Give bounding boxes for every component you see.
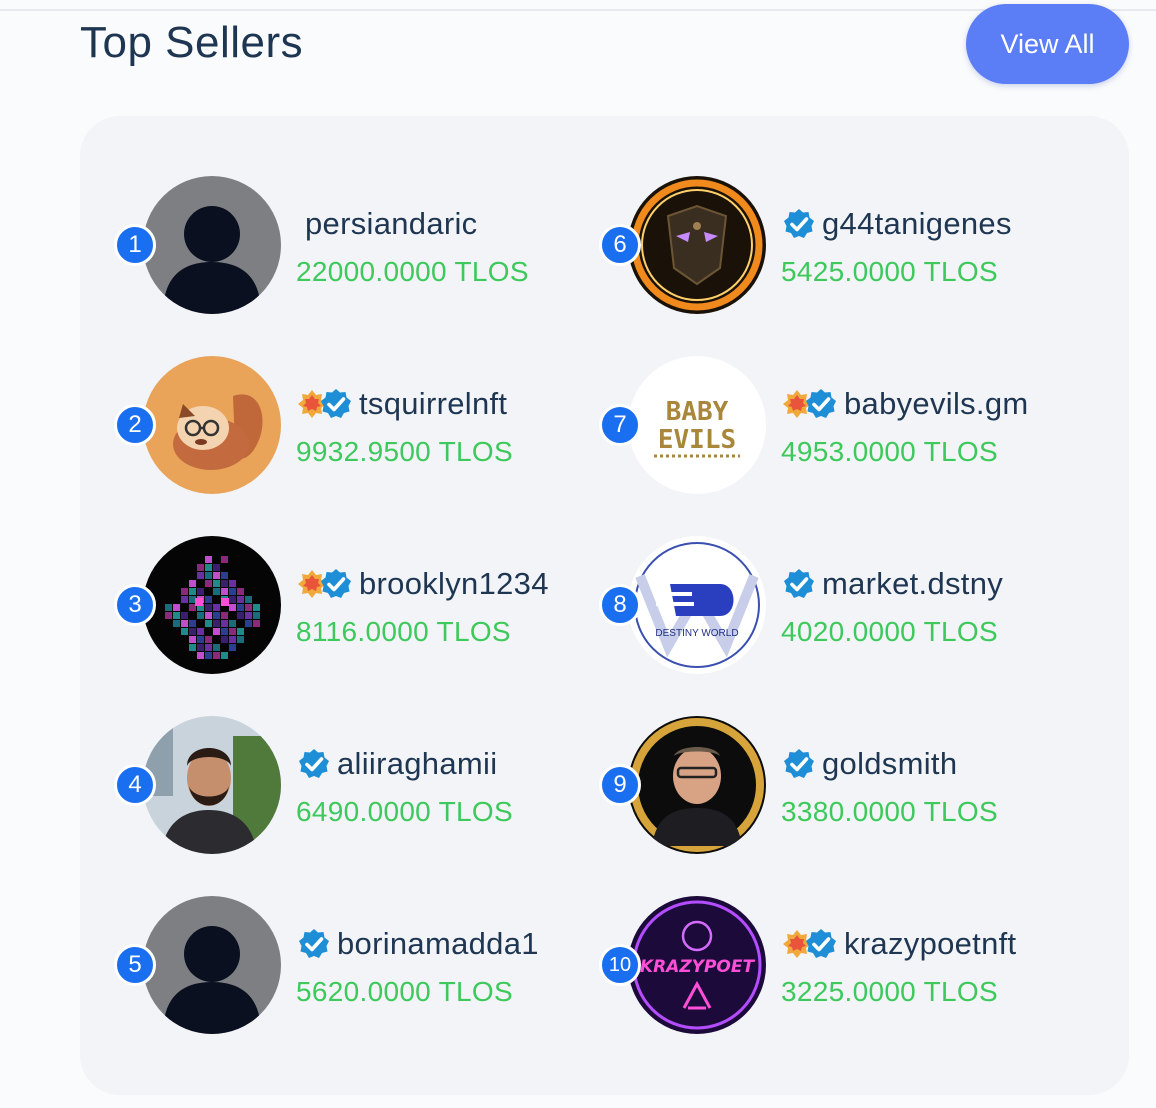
verified-icon xyxy=(784,569,814,598)
verified-icon xyxy=(321,569,351,598)
seller-amount: 22000.0000 TLOS xyxy=(296,256,529,287)
seller-name[interactable]: brooklyn1234 xyxy=(359,566,549,602)
krazypoet-logo[interactable]: KRAZYPOET xyxy=(628,896,766,1034)
seller-badges xyxy=(782,567,816,601)
seller-name-row: krazypoetnft xyxy=(782,924,1016,964)
seller-name[interactable]: g44tanigenes xyxy=(822,206,1012,242)
rank-badge: 9 xyxy=(599,764,641,806)
verified-icon xyxy=(321,389,351,418)
rank-badge: 7 xyxy=(599,404,641,446)
seller-name-row: g44tanigenes xyxy=(782,204,1012,244)
destiny-world-logo[interactable]: DESTINY WORLD xyxy=(628,536,766,674)
babyevils-logo[interactable]: BABY EVILS xyxy=(628,356,766,494)
seller-item[interactable]: 8 DESTINY WORLD market.dstny 4020.0000 TLOS xyxy=(565,536,1035,676)
rank-badge: 10 xyxy=(599,944,641,986)
default-avatar[interactable] xyxy=(143,896,281,1034)
seller-badges xyxy=(297,927,331,961)
svg-text:BABY: BABY xyxy=(666,397,729,427)
photo-avatar[interactable] xyxy=(143,716,281,854)
rank-badge: 6 xyxy=(599,224,641,266)
seller-item[interactable]: 5 borinamadda1 5620.0000 TLOS xyxy=(80,896,550,1036)
verified-icon xyxy=(784,749,814,778)
rank-badge: 2 xyxy=(114,404,156,446)
verified-icon xyxy=(784,209,814,238)
seller-item[interactable]: 3 brooklyn1234 8116.0000 TLOS xyxy=(80,536,550,676)
pixel-avatar[interactable] xyxy=(143,536,281,674)
rank-badge: 5 xyxy=(114,944,156,986)
rank-badge: 3 xyxy=(114,584,156,626)
seller-name-row: brooklyn1234 xyxy=(297,564,549,604)
seller-amount: 6490.0000 TLOS xyxy=(296,796,513,827)
svg-text:KRAZYPOET: KRAZYPOET xyxy=(640,957,756,977)
view-all-button[interactable]: View All xyxy=(966,4,1129,84)
seller-badges xyxy=(297,567,353,601)
seller-name-row: market.dstny xyxy=(782,564,1003,604)
seller-name[interactable]: goldsmith xyxy=(822,746,957,782)
seller-amount: 8116.0000 TLOS xyxy=(296,616,511,647)
svg-text:EVILS: EVILS xyxy=(658,425,736,455)
seller-amount: 3225.0000 TLOS xyxy=(781,976,998,1007)
seller-item[interactable]: 7 BABY EVILS babyevils.gm 4953.0000 TLOS xyxy=(565,356,1035,496)
default-avatar[interactable] xyxy=(143,176,281,314)
seller-badges xyxy=(782,747,816,781)
seller-amount: 9932.9500 TLOS xyxy=(296,436,513,467)
seller-name-row: persiandaric xyxy=(305,204,477,244)
seller-amount: 4020.0000 TLOS xyxy=(781,616,998,647)
seller-amount: 5620.0000 TLOS xyxy=(296,976,513,1007)
seller-name[interactable]: market.dstny xyxy=(822,566,1003,602)
seller-item[interactable]: 1 persiandaric 22000.0000 TLOS xyxy=(80,176,550,316)
seller-name[interactable]: babyevils.gm xyxy=(844,386,1029,422)
squirrel-avatar[interactable] xyxy=(143,356,281,494)
verified-icon xyxy=(299,749,329,778)
seller-amount: 5425.0000 TLOS xyxy=(781,256,998,287)
seller-item[interactable]: 2 tsquirrelnft 9932.9500 TLOS xyxy=(80,356,550,496)
seller-amount: 3380.0000 TLOS xyxy=(781,796,998,827)
seller-item[interactable]: 6 g44tanigenes 5425.0000 TLOS xyxy=(565,176,1035,316)
svg-text:DESTINY WORLD: DESTINY WORLD xyxy=(655,628,738,639)
seller-badges xyxy=(782,207,816,241)
mask-avatar[interactable] xyxy=(628,176,766,314)
section-title: Top Sellers xyxy=(80,18,304,67)
seller-item[interactable]: 4 aliiraghamii 6490.0000 TLOS xyxy=(80,716,550,856)
seller-badges xyxy=(297,387,353,421)
seller-name[interactable]: borinamadda1 xyxy=(337,926,539,962)
seller-badges xyxy=(782,927,838,961)
top-sellers-page: Top Sellers View All 1 persiandaric 22000.… xyxy=(0,0,1156,1108)
seller-name-row: aliiraghamii xyxy=(297,744,497,784)
verified-icon xyxy=(806,389,836,418)
rank-badge: 8 xyxy=(599,584,641,626)
rank-badge: 1 xyxy=(114,224,156,266)
seller-badges xyxy=(297,747,331,781)
seller-name-row: borinamadda1 xyxy=(297,924,539,964)
verified-icon xyxy=(299,929,329,958)
seller-badges xyxy=(782,387,838,421)
seller-name[interactable]: aliiraghamii xyxy=(337,746,497,782)
seller-name[interactable]: krazypoetnft xyxy=(844,926,1016,962)
gold-ring-photo-avatar[interactable] xyxy=(628,716,766,854)
seller-item[interactable]: 10 KRAZYPOET krazypoetnft 3225.0000 TLOS xyxy=(565,896,1035,1036)
seller-name[interactable]: persiandaric xyxy=(305,206,477,242)
seller-name-row: goldsmith xyxy=(782,744,957,784)
verified-icon xyxy=(806,929,836,958)
seller-name-row: babyevils.gm xyxy=(782,384,1029,424)
seller-amount: 4953.0000 TLOS xyxy=(781,436,998,467)
seller-name-row: tsquirrelnft xyxy=(297,384,507,424)
seller-item[interactable]: 9 goldsmith 3380.0000 TLOS xyxy=(565,716,1035,856)
seller-name[interactable]: tsquirrelnft xyxy=(359,386,507,422)
sellers-card: 1 persiandaric 22000.0000 TLOS 2 tsquirrelnf… xyxy=(80,116,1129,1095)
rank-badge: 4 xyxy=(114,764,156,806)
